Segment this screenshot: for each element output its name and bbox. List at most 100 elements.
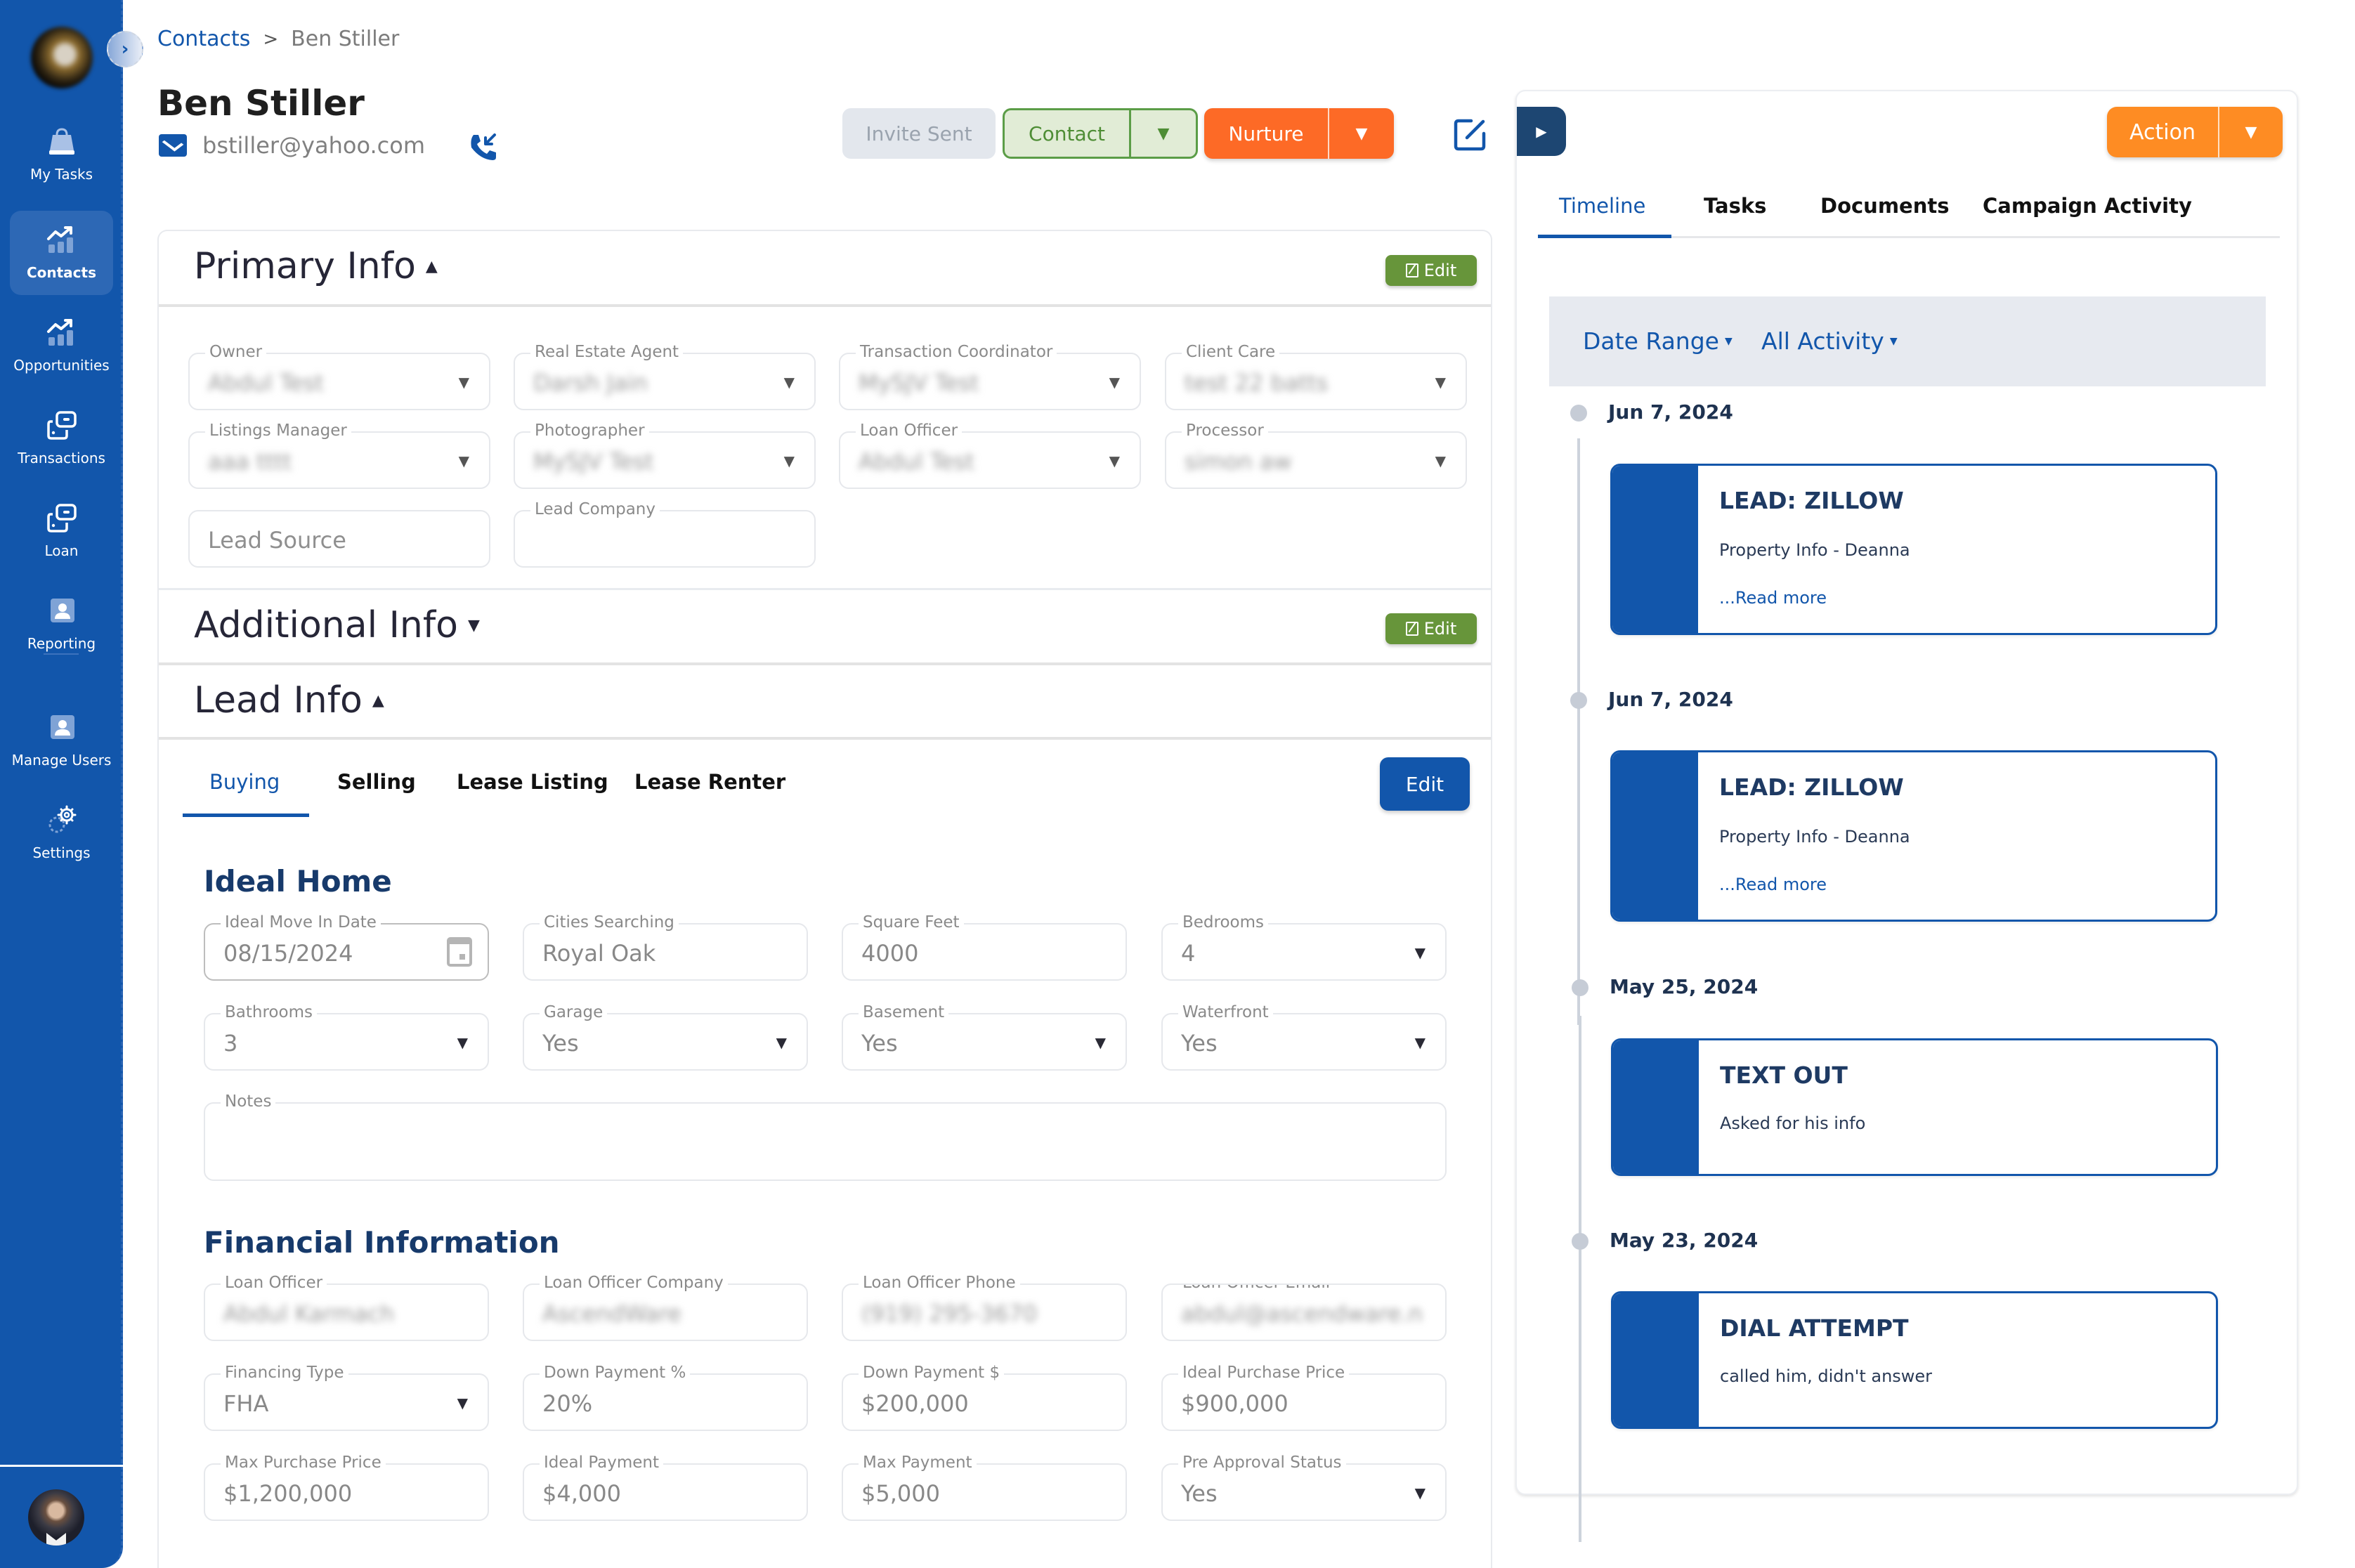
- sidebar-item-contacts[interactable]: Contacts: [10, 211, 113, 295]
- primary-info-toggle[interactable]: Primary Info ▲: [194, 245, 438, 287]
- chart-up-icon: [46, 226, 73, 253]
- real-estate-agent-select[interactable]: Real Estate Agent Darsh Jain ▼: [514, 343, 816, 410]
- contact-status-button[interactable]: Contact ▼: [1003, 108, 1198, 159]
- lead-company-input[interactable]: Lead Company: [514, 500, 816, 568]
- down-payment-percent-input[interactable]: Down Payment % 20%: [523, 1364, 808, 1431]
- field-label: Ideal Purchase Price: [1178, 1364, 1350, 1382]
- ideal-payment-input[interactable]: Ideal Payment $4,000: [523, 1453, 808, 1521]
- sidebar-item-settings[interactable]: Settings: [10, 791, 113, 875]
- ideal-purchase-price-input[interactable]: Ideal Purchase Price $900,000: [1161, 1364, 1447, 1431]
- panel-collapse-button[interactable]: ▶: [1517, 107, 1566, 156]
- additional-info-header: Additional Info ▼ Edit: [159, 588, 1491, 665]
- max-payment-input[interactable]: Max Payment $5,000: [842, 1453, 1127, 1521]
- sidebar-item-opportunities[interactable]: Opportunities: [10, 303, 113, 388]
- action-label[interactable]: Action: [2107, 107, 2219, 157]
- sidebar-item-transactions[interactable]: Transactions: [10, 396, 113, 481]
- loan-officer-select[interactable]: Loan Officer Abdul Test ▼: [839, 422, 1141, 489]
- field-value: simon aw: [1185, 448, 1292, 475]
- timeline-card[interactable]: LEAD: ZILLOW Property Info - Deanna ...R…: [1610, 750, 2217, 922]
- tab-buying[interactable]: Buying: [209, 770, 280, 794]
- notes-textarea[interactable]: Notes: [204, 1092, 1447, 1181]
- sidebar-item-my-tasks[interactable]: My Tasks: [10, 112, 113, 197]
- timeline-card[interactable]: LEAD: ZILLOW Property Info - Deanna ...R…: [1610, 464, 2217, 635]
- down-payment-amount-input[interactable]: Down Payment $ $200,000: [842, 1364, 1127, 1431]
- sidebar-item-manage-users[interactable]: Manage Users: [10, 698, 113, 783]
- loan-officer-email-input[interactable]: Loan Officer Email abdul@ascendware.n: [1161, 1283, 1447, 1341]
- tab-tasks[interactable]: Tasks: [1704, 194, 1766, 218]
- listings-manager-select[interactable]: Listings Manager aaa tttt ▼: [188, 422, 490, 489]
- garage-select[interactable]: Garage Yes ▼: [523, 1003, 808, 1071]
- timeline-filter-bar: Date Range ▼ All Activity ▼: [1549, 296, 2266, 386]
- caret-down-icon[interactable]: ▼: [1131, 125, 1196, 143]
- sidebar-item-loan[interactable]: Loan: [10, 489, 113, 573]
- user-avatar[interactable]: [28, 1489, 84, 1546]
- waterfront-select[interactable]: Waterfront Yes ▼: [1161, 1003, 1447, 1071]
- caret-down-icon: ▼: [1109, 374, 1120, 391]
- square-feet-input[interactable]: Square Feet 4000: [842, 913, 1127, 981]
- mail-icon: [159, 134, 187, 157]
- loan-officer-company-input[interactable]: Loan Officer Company AscendWare: [523, 1274, 808, 1341]
- caret-down-icon[interactable]: ▼: [1329, 125, 1394, 143]
- lead-info-edit-button[interactable]: Edit: [1380, 757, 1470, 811]
- loan-officer-phone-input[interactable]: Loan Officer Phone (919) 295-3670: [842, 1274, 1127, 1341]
- tab-selling[interactable]: Selling: [337, 770, 416, 794]
- nurture-label[interactable]: Nurture: [1204, 108, 1329, 159]
- caret-down-icon: ▼: [1109, 452, 1120, 469]
- email-row: bstiller@yahoo.com: [159, 132, 425, 159]
- additional-info-toggle[interactable]: Additional Info ▼: [194, 604, 480, 646]
- contact-status-label[interactable]: Contact: [1005, 110, 1131, 157]
- contact-email[interactable]: bstiller@yahoo.com: [202, 132, 425, 159]
- financial-loan-officer-input[interactable]: Loan Officer Abdul Karmach: [204, 1274, 489, 1341]
- basement-select[interactable]: Basement Yes ▼: [842, 1003, 1127, 1071]
- pre-approval-status-select[interactable]: Pre Approval Status Yes ▼: [1161, 1453, 1447, 1521]
- invite-sent-button[interactable]: Invite Sent: [842, 108, 996, 159]
- caret-down-icon: ▼: [1414, 944, 1426, 961]
- cities-searching-input[interactable]: Cities Searching Royal Oak: [523, 913, 808, 981]
- timeline-card[interactable]: TEXT OUT Asked for his info: [1611, 1038, 2218, 1176]
- field-label: Processor: [1182, 422, 1268, 440]
- primary-info-edit-button[interactable]: Edit: [1385, 255, 1477, 286]
- client-care-select[interactable]: Client Care test 22 batts ▼: [1165, 343, 1467, 410]
- tab-campaign-activity[interactable]: Campaign Activity: [1983, 194, 2192, 218]
- photographer-select[interactable]: Photographer MySJV Test ▼: [514, 422, 816, 489]
- lead-info-toggle[interactable]: Lead Info ▲: [194, 679, 384, 721]
- max-purchase-price-input[interactable]: Max Purchase Price $1,200,000: [204, 1453, 489, 1521]
- field-value: test 22 batts: [1185, 370, 1329, 396]
- financial-information-title: Financial Information: [204, 1225, 560, 1260]
- tab-documents[interactable]: Documents: [1820, 194, 1950, 218]
- financing-type-select[interactable]: Financing Type FHA ▼: [204, 1364, 489, 1431]
- all-activity-filter[interactable]: All Activity ▼: [1761, 327, 1898, 355]
- owner-select[interactable]: Owner Abdul Test ▼: [188, 343, 490, 410]
- edit-icon[interactable]: [1453, 117, 1488, 152]
- tab-lease-renter[interactable]: Lease Renter: [634, 770, 785, 794]
- timeline-date: Jun 7, 2024: [1608, 400, 1733, 424]
- caret-down-icon[interactable]: ▼: [2219, 107, 2283, 157]
- additional-info-edit-button[interactable]: Edit: [1385, 613, 1477, 644]
- card-accent: [1612, 466, 1698, 633]
- breadcrumb-contacts-link[interactable]: Contacts: [157, 27, 250, 51]
- bathrooms-select[interactable]: Bathrooms 3 ▼: [204, 1003, 489, 1071]
- lead-source-input[interactable]: Lead Source: [188, 510, 490, 568]
- user-square-icon: [50, 715, 74, 739]
- field-value: $4,000: [542, 1480, 621, 1507]
- date-range-filter[interactable]: Date Range ▼: [1583, 327, 1733, 355]
- tab-timeline[interactable]: Timeline: [1559, 194, 1645, 218]
- nurture-button[interactable]: Nurture ▼: [1204, 108, 1394, 159]
- field-value: Royal Oak: [542, 940, 656, 967]
- read-more-link[interactable]: ...Read more: [1719, 875, 1827, 894]
- calendar-icon[interactable]: [447, 937, 472, 967]
- sidebar-expand-button[interactable]: ›: [107, 31, 143, 67]
- field-value: 08/15/2024: [223, 940, 353, 967]
- timeline-card[interactable]: DIAL ATTEMPT called him, didn't answer: [1611, 1291, 2218, 1429]
- action-button[interactable]: Action ▼: [2107, 107, 2283, 157]
- transaction-coordinator-select[interactable]: Transaction Coordinator MySJV Test ▼: [839, 343, 1141, 410]
- field-label: Notes: [221, 1092, 276, 1111]
- field-label: Photographer: [530, 422, 649, 440]
- processor-select[interactable]: Processor simon aw ▼: [1165, 422, 1467, 489]
- field-value: Abdul Test: [208, 370, 324, 396]
- bedrooms-select[interactable]: Bedrooms 4 ▼: [1161, 913, 1447, 981]
- incoming-call-icon[interactable]: [468, 132, 499, 163]
- read-more-link[interactable]: ...Read more: [1719, 588, 1827, 608]
- tab-lease-listing[interactable]: Lease Listing: [457, 770, 608, 794]
- ideal-move-in-date-input[interactable]: Ideal Move In Date 08/15/2024: [204, 913, 489, 981]
